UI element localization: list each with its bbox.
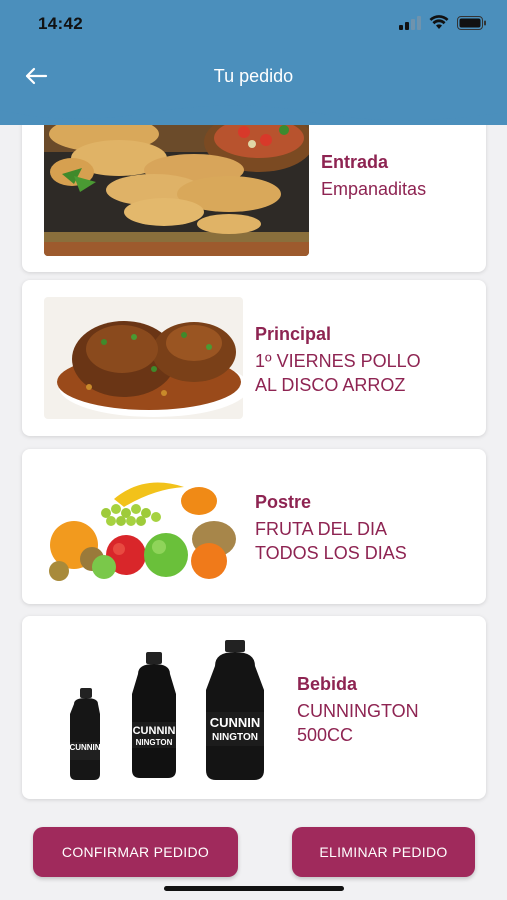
item-text-bebida: Bebida CUNNINGTON 500CC — [297, 674, 419, 747]
item-text-entrada: Entrada Empanaditas — [321, 152, 426, 201]
page-title: Tu pedido — [213, 66, 294, 86]
home-indicator — [164, 886, 344, 891]
dish-name-line-2: TODOS LOS DIAS — [255, 543, 407, 563]
wifi-icon — [429, 15, 449, 29]
item-text-principal: Principal 1º VIERNES POLLO AL DISCO ARRO… — [255, 324, 421, 397]
status-time: 14:42 — [38, 14, 83, 33]
item-text-postre: Postre FRUTA DEL DIA TODOS LOS DIAS — [255, 492, 407, 565]
bottle-label-large: CUNNIN — [210, 715, 261, 730]
course-label: Principal — [255, 324, 332, 344]
status-bar: 14:42 — [0, 0, 507, 50]
confirm-order-button[interactable]: CONFIRMAR PEDIDO — [33, 827, 238, 877]
battery-icon — [457, 15, 486, 30]
bottle-label-medium-sub: NINGTON — [136, 738, 173, 747]
dish-name-line-1: FRUTA DEL DIA — [255, 519, 388, 539]
dish-name-line-2: 500CC — [297, 725, 354, 745]
bottle-label-medium: CUNNIN — [133, 725, 176, 737]
bottle-label-small: CUNNIN — [69, 743, 100, 752]
bottle-label-large-sub: NINGTON — [212, 732, 258, 743]
order-item-bebida[interactable]: CUNNIN CUNNIN NINGTON CUNNIN NINGTON Beb… — [22, 616, 486, 799]
delete-order-button[interactable]: ELIMINAR PEDIDO — [292, 827, 475, 877]
course-label: Bebida — [297, 674, 358, 694]
course-label: Entrada — [321, 152, 389, 172]
status-icons — [399, 15, 487, 30]
empanadas-image — [44, 112, 309, 256]
order-item-postre[interactable]: Postre FRUTA DEL DIA TODOS LOS DIAS — [22, 449, 486, 604]
chicken-stew-image — [44, 297, 243, 419]
fruit-image — [44, 469, 243, 584]
cola-bottles-image: CUNNIN CUNNIN NINGTON CUNNIN NINGTON — [50, 634, 275, 784]
order-screen: 14:42 Tu pedido Entrada Empanaditas Prin… — [0, 0, 507, 900]
course-label: Postre — [255, 492, 312, 512]
dish-name-line-2: AL DISCO ARROZ — [255, 375, 406, 395]
header-wave — [0, 100, 507, 121]
signal-icon — [399, 15, 421, 30]
dish-name: Empanaditas — [321, 179, 427, 199]
order-item-principal[interactable]: Principal 1º VIERNES POLLO AL DISCO ARRO… — [22, 280, 486, 436]
dish-name-line-1: 1º VIERNES POLLO — [255, 351, 421, 371]
dish-name-line-1: CUNNINGTON — [297, 701, 419, 721]
